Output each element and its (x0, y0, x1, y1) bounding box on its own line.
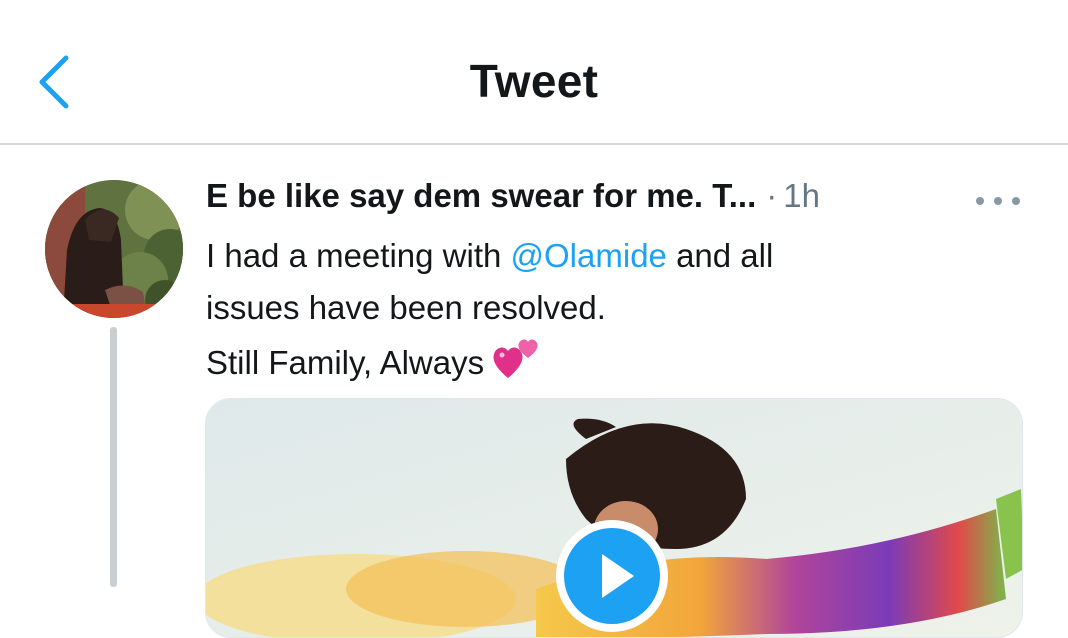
display-name[interactable]: E be like say dem swear for me. T... (206, 177, 756, 215)
thread-line (110, 327, 117, 587)
navigation-bar: Tweet (0, 0, 1068, 145)
page-title: Tweet (469, 55, 599, 107)
ellipsis-icon (994, 197, 1002, 205)
ellipsis-icon (976, 197, 984, 205)
tweet-text-line: issues have been resolved. (206, 289, 606, 326)
mention-link[interactable]: @Olamide (511, 237, 667, 274)
tweet-text-line: I had a meeting with @Olamide and all (206, 237, 774, 274)
more-options-button[interactable] (976, 194, 1020, 208)
separator-dot: · (766, 177, 778, 214)
tweet-text-line: Still Family, Always (206, 334, 1006, 395)
tweet-text: I had a meeting with @Olamide and all is… (206, 230, 1006, 395)
two-hearts-emoji-icon (490, 334, 542, 395)
play-button[interactable] (556, 520, 668, 632)
tweet-header: E be like say dem swear for me. T... · 1… (206, 177, 820, 221)
timestamp[interactable]: 1h (783, 177, 820, 215)
play-icon (564, 528, 660, 624)
tweet[interactable]: E be like say dem swear for me. T... · 1… (0, 145, 1068, 638)
avatar[interactable] (45, 180, 183, 318)
ellipsis-icon (1012, 197, 1020, 205)
